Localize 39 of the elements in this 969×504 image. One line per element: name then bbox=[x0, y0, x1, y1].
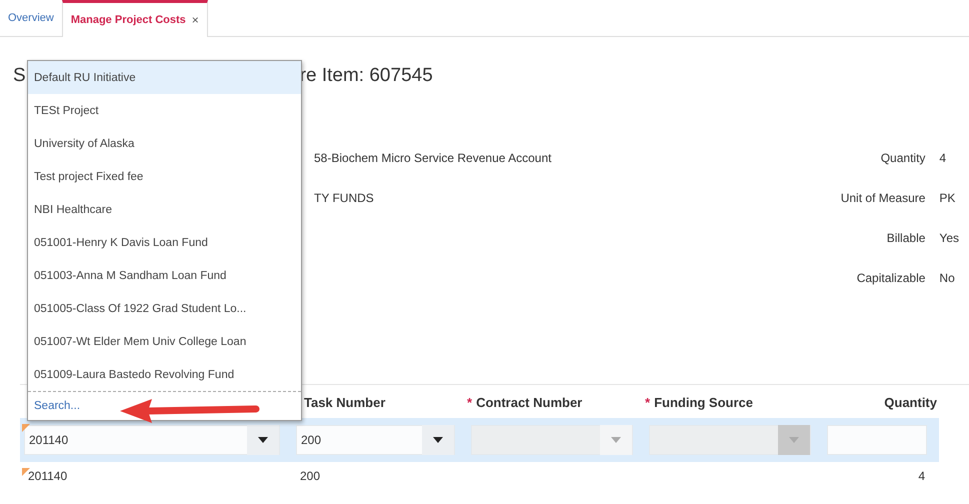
table-cell-text: 4 bbox=[917, 469, 926, 483]
caret-icon bbox=[789, 437, 799, 443]
field-value: No bbox=[939, 271, 956, 285]
combo-field[interactable]: 201140 bbox=[24, 425, 280, 455]
caret-icon bbox=[611, 437, 621, 443]
field-value: Yes bbox=[939, 231, 959, 245]
field-value: PK bbox=[939, 191, 956, 205]
field-label: Billable bbox=[886, 231, 926, 245]
field-label: Capitalizable bbox=[856, 271, 926, 285]
caret-icon bbox=[258, 437, 268, 443]
field-value: 4 bbox=[939, 151, 948, 165]
search-link[interactable]: Search... bbox=[34, 400, 80, 412]
tab[interactable]: Manage Project Costs × bbox=[62, 0, 208, 37]
menu-item[interactable]: 051003-Anna M Sandham Loan Fund bbox=[28, 259, 301, 292]
menu-item[interactable]: NBI Healthcare bbox=[28, 193, 301, 226]
quantity-field[interactable] bbox=[827, 425, 927, 455]
detail-value: 58-Biochem Micro Service Revenue Account bbox=[314, 151, 552, 165]
column-header: * Funding Source bbox=[645, 394, 754, 412]
table-cell-text: 200 bbox=[299, 469, 320, 483]
menu-item[interactable]: Default RU Initiative bbox=[28, 61, 301, 94]
menu-item[interactable]: TESt Project bbox=[28, 94, 301, 127]
tab[interactable]: Overview bbox=[0, 0, 62, 36]
menu-item[interactable]: 051009-Laura Bastedo Revolving Fund bbox=[28, 358, 301, 391]
menu-item[interactable]: 051007-Wt Elder Mem Univ College Loan bbox=[28, 325, 301, 358]
column-header: Quantity bbox=[883, 394, 938, 412]
combo-field[interactable]: 200 bbox=[296, 425, 455, 455]
field-label: Quantity bbox=[880, 151, 926, 165]
table-cell-text: 201140 bbox=[27, 469, 68, 483]
page-title: S bbox=[13, 65, 26, 88]
close-icon[interactable]: × bbox=[192, 13, 199, 27]
caret-icon bbox=[433, 437, 443, 443]
detail-value: TY FUNDS bbox=[314, 191, 375, 205]
menu-item[interactable]: Test project Fixed fee bbox=[28, 160, 301, 193]
menu-item[interactable]: 051005-Class Of 1922 Grad Student Lo... bbox=[28, 292, 301, 325]
menu-item[interactable]: 051001-Henry K Davis Loan Fund bbox=[28, 226, 301, 259]
field-label: Unit of Measure bbox=[840, 191, 926, 205]
column-header: * Contract Number bbox=[467, 394, 584, 412]
menu-item[interactable]: University of Alaska bbox=[28, 127, 301, 160]
column-header: Task Number bbox=[303, 394, 386, 412]
